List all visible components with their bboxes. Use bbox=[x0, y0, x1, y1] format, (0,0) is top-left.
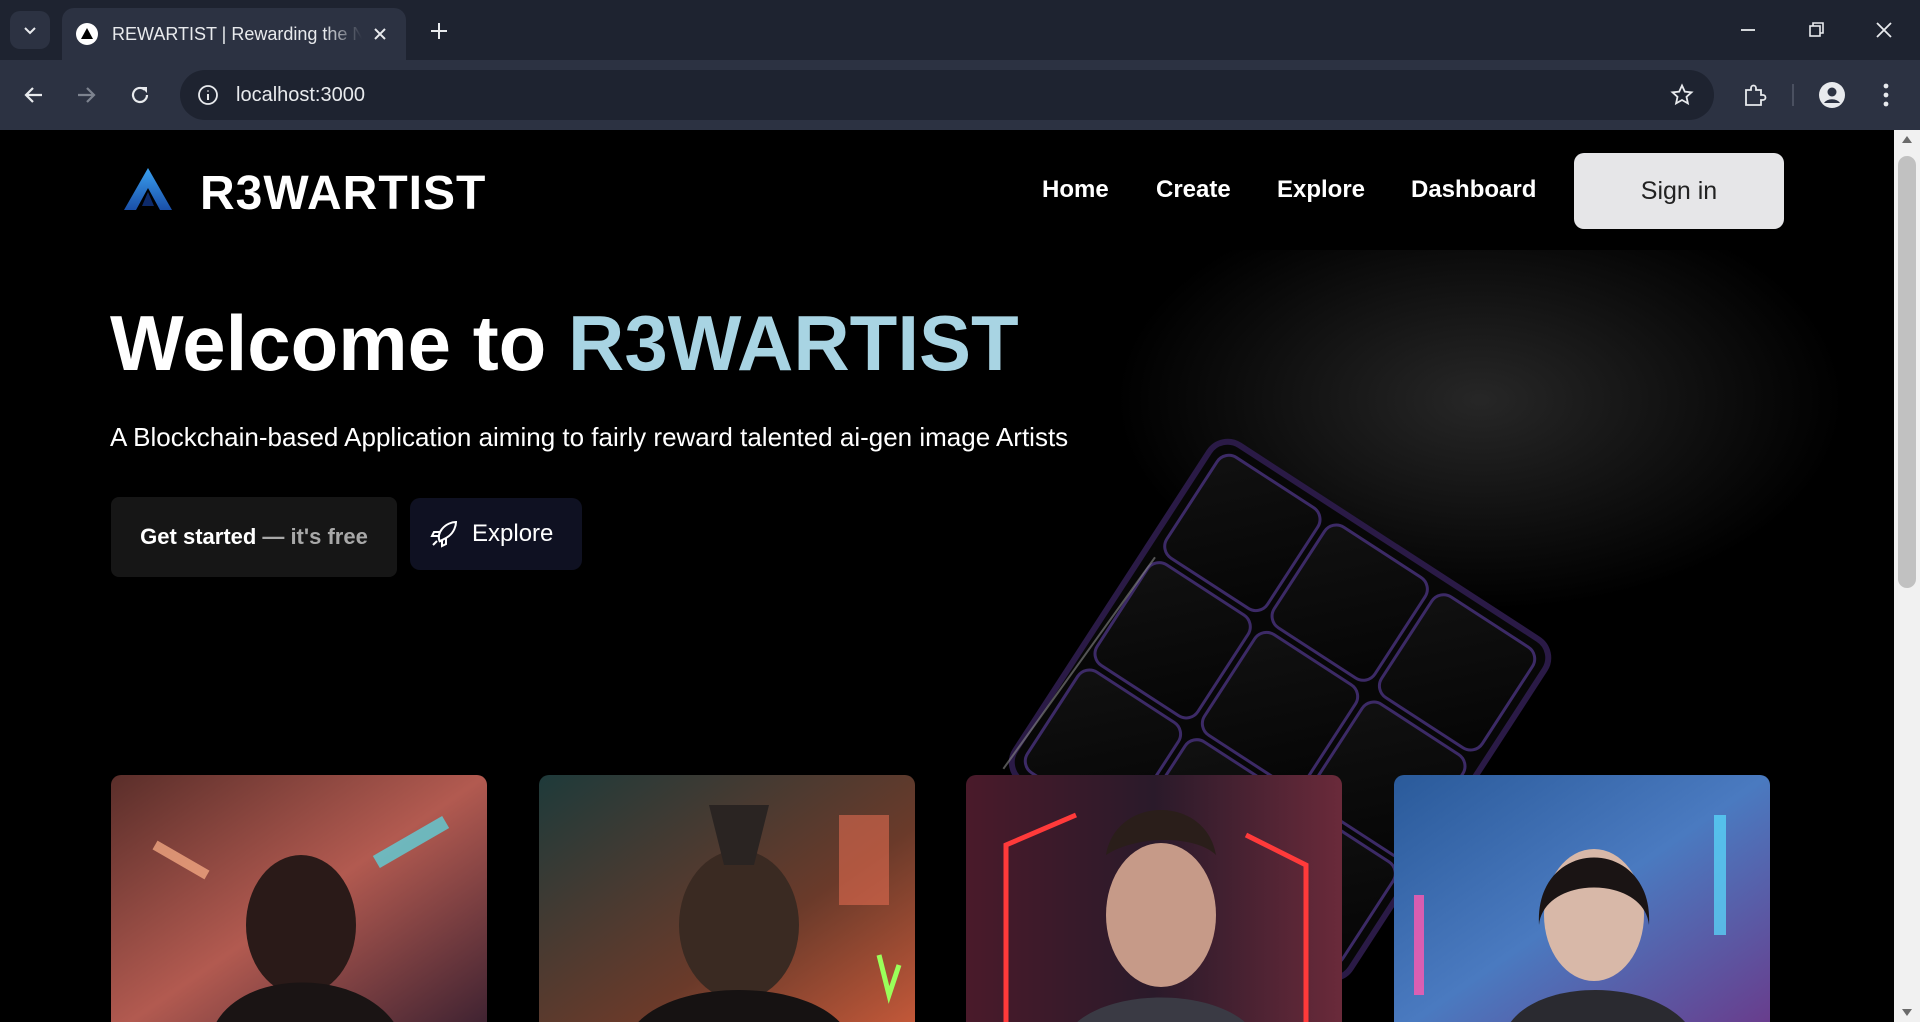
bookmark-star-icon[interactable] bbox=[1668, 81, 1696, 109]
plus-icon bbox=[431, 23, 447, 39]
nav-link-home[interactable]: Home bbox=[1042, 176, 1109, 204]
back-button[interactable] bbox=[14, 75, 54, 115]
new-tab-button[interactable] bbox=[424, 16, 454, 46]
brand-name[interactable]: R3WARTIST bbox=[200, 166, 486, 221]
hero-title: Welcome to R3WARTIST bbox=[110, 298, 1019, 389]
arrow-left-icon bbox=[24, 87, 42, 103]
browser-toolbar: localhost:3000 bbox=[0, 60, 1920, 130]
reload-icon bbox=[131, 86, 149, 104]
cyberpunk-man-red-neon-portrait bbox=[966, 775, 1342, 1022]
extensions-button[interactable] bbox=[1734, 75, 1774, 115]
close-icon bbox=[374, 28, 386, 40]
browser-tabbar: REWARTIST | Rewarding the New Generation… bbox=[0, 0, 1920, 60]
browser-menu-button[interactable] bbox=[1866, 75, 1906, 115]
image-gallery bbox=[0, 775, 1894, 1022]
get-started-label: Get started bbox=[140, 524, 257, 549]
avatar-icon bbox=[1819, 82, 1845, 108]
page-scrollbar[interactable] bbox=[1894, 130, 1920, 1022]
page-viewport: R3WARTIST Home Create Explore Dashboard … bbox=[0, 130, 1894, 1022]
restore-icon bbox=[1809, 22, 1824, 37]
chevron-down-icon bbox=[24, 27, 36, 35]
get-started-suffix: — it's free bbox=[262, 524, 368, 549]
kebab-menu-icon bbox=[1883, 83, 1889, 107]
window-close-button[interactable] bbox=[1862, 12, 1906, 48]
nav-link-dashboard[interactable]: Dashboard bbox=[1411, 176, 1536, 204]
rocket-icon bbox=[430, 520, 458, 548]
hero-section: Welcome to R3WARTIST A Blockchain-based … bbox=[0, 250, 1894, 982]
explore-button[interactable]: Explore bbox=[410, 498, 582, 570]
site-header: R3WARTIST Home Create Explore Dashboard … bbox=[0, 130, 1894, 250]
explore-label: Explore bbox=[472, 520, 554, 547]
tab-title: REWARTIST | Rewarding the New Generation… bbox=[112, 23, 362, 44]
gallery-card[interactable] bbox=[1394, 775, 1770, 1022]
site-favicon-icon bbox=[76, 23, 98, 45]
reload-button[interactable] bbox=[120, 75, 160, 115]
window-minimize-button[interactable] bbox=[1726, 12, 1770, 48]
address-url[interactable]: localhost:3000 bbox=[236, 84, 365, 107]
cyberpunk-dreadlocks-portrait bbox=[111, 775, 487, 1022]
scroll-down-arrow-icon[interactable] bbox=[1902, 1009, 1912, 1016]
scroll-up-arrow-icon[interactable] bbox=[1902, 136, 1912, 143]
toolbar-separator bbox=[1792, 84, 1794, 106]
browser-tab-active[interactable]: REWARTIST | Rewarding the New Generation… bbox=[62, 8, 406, 60]
sign-in-button[interactable]: Sign in bbox=[1574, 153, 1784, 229]
profile-button[interactable] bbox=[1812, 75, 1852, 115]
nav-link-explore[interactable]: Explore bbox=[1277, 176, 1365, 204]
get-started-button[interactable]: Get started — it's free bbox=[111, 497, 397, 577]
gallery-card[interactable] bbox=[966, 775, 1342, 1022]
hero-title-prefix: Welcome to bbox=[110, 299, 547, 387]
close-icon bbox=[1876, 22, 1892, 38]
minimize-icon bbox=[1741, 29, 1755, 31]
address-bar[interactable]: localhost:3000 bbox=[180, 70, 1714, 120]
brand-logo-icon[interactable] bbox=[120, 166, 176, 214]
tab-close-button[interactable] bbox=[368, 22, 392, 46]
cyberpunk-mohawk-portrait bbox=[539, 775, 915, 1022]
cyberpunk-man-rain-portrait bbox=[1394, 775, 1770, 1022]
hero-subtitle: A Blockchain-based Application aiming to… bbox=[110, 422, 1069, 452]
puzzle-icon bbox=[1745, 84, 1767, 106]
scrollbar-thumb[interactable] bbox=[1898, 156, 1916, 588]
forward-button[interactable] bbox=[66, 75, 106, 115]
nav-link-create[interactable]: Create bbox=[1156, 176, 1231, 204]
window-restore-button[interactable] bbox=[1794, 12, 1838, 48]
gallery-card[interactable] bbox=[539, 775, 915, 1022]
site-info-icon[interactable] bbox=[194, 81, 222, 109]
tab-search-button[interactable] bbox=[10, 11, 50, 49]
gallery-card[interactable] bbox=[111, 775, 487, 1022]
arrow-right-icon bbox=[78, 87, 96, 103]
hero-title-accent: R3WARTIST bbox=[567, 299, 1019, 387]
